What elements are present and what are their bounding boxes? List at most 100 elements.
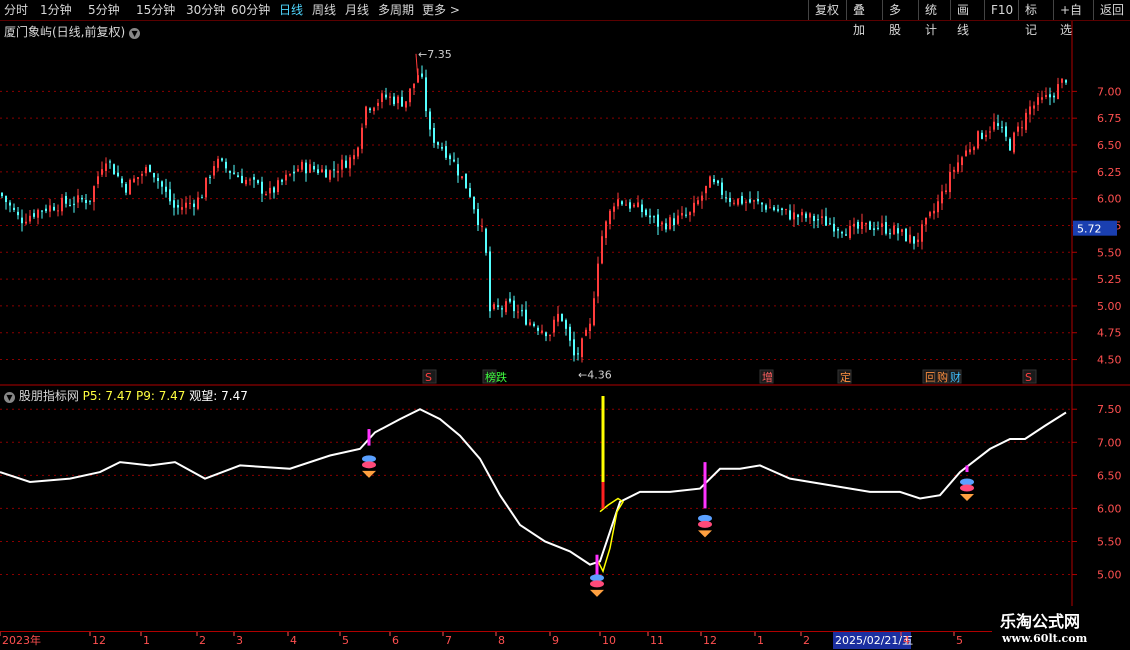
f10-button[interactable]: F10	[984, 0, 1018, 20]
period-tab-monthly[interactable]: 月线	[345, 2, 369, 18]
candle-body	[657, 214, 659, 227]
kline-panel[interactable]: 7.006.756.506.256.005.755.505.255.004.75…	[0, 21, 1130, 386]
candle-body	[349, 157, 351, 169]
price-tick-label: 6.00	[1097, 193, 1122, 206]
adjust-button[interactable]: 复权	[808, 0, 846, 20]
candle-body	[133, 178, 135, 183]
candle-body	[789, 210, 791, 220]
candle-body	[721, 182, 723, 195]
diamond-icon	[590, 574, 604, 582]
candle-body	[881, 223, 883, 227]
candle-body	[585, 329, 587, 336]
candle-body	[17, 211, 19, 216]
candle-body	[949, 171, 951, 193]
draw-line-button[interactable]: 画线	[950, 0, 984, 37]
period-tab-60min[interactable]: 60分钟	[231, 2, 270, 18]
candle-body	[965, 150, 967, 157]
candle-body	[925, 217, 927, 225]
candle-body	[577, 353, 579, 355]
period-tab-daily[interactable]: 日线	[279, 2, 303, 18]
price-tick-label: 6.25	[1097, 166, 1122, 179]
candle-body	[669, 217, 671, 230]
period-tab-more[interactable]: 更多 >	[422, 2, 460, 18]
date-axis: 2023年 12 1 2 3 4 5 6 7 8 9 10 11 12 1 2 2025/02/21/五 4 5	[0, 631, 1130, 650]
candle-body	[85, 199, 87, 204]
diamond-icon	[362, 461, 376, 469]
period-tab-5min[interactable]: 5分钟	[88, 2, 120, 18]
diamond-icon	[698, 514, 712, 522]
back-button[interactable]: 返回	[1093, 0, 1130, 20]
overlay-button[interactable]: 叠加	[846, 0, 882, 37]
candle-body	[541, 330, 543, 333]
candle-body	[93, 186, 95, 202]
candle-body	[921, 224, 923, 242]
period-toolbar: 分时 1分钟 5分钟 15分钟 30分钟 60分钟 日线 周线 月线 多周期 更…	[0, 0, 1130, 37]
candle-body	[981, 132, 983, 139]
watermark: 乐淘公式网 www.60lt.com	[992, 606, 1130, 650]
kline-chart[interactable]: 7.006.756.506.256.005.755.505.255.004.75…	[0, 21, 1130, 386]
indicator-panel[interactable]: 7.50 7.00 6.50 6.00 5.50 5.00 ▼ 股朋指标网 P5: 7.4…	[0, 386, 1130, 631]
candle-body	[113, 164, 115, 175]
candle-body	[201, 197, 203, 199]
candle-body	[61, 197, 63, 212]
candle-body	[73, 203, 75, 205]
candle-body	[265, 194, 267, 196]
statistics-button[interactable]: 统计	[918, 0, 950, 37]
candle-body	[101, 169, 103, 175]
candle-body	[313, 166, 315, 170]
candle-body	[497, 305, 499, 307]
candle-body	[481, 226, 483, 228]
candle-body	[825, 216, 827, 226]
candle-body	[701, 195, 703, 201]
candle-body	[837, 228, 839, 231]
candle-body	[957, 162, 959, 172]
candle-body	[833, 223, 835, 232]
diamond-icon	[698, 520, 712, 528]
indicator-chart[interactable]: 7.50 7.00 6.50 6.00 5.50 5.00	[0, 386, 1130, 631]
event-marker-label: 定	[840, 370, 851, 384]
period-tab-fenshi[interactable]: 分时	[4, 2, 28, 18]
diamond-icon	[590, 589, 604, 597]
candle-body	[469, 188, 471, 197]
chevron-down-icon[interactable]: ▼	[4, 392, 15, 403]
chevron-down-icon[interactable]: ▼	[129, 28, 141, 39]
add-watchlist-button[interactable]: +自选	[1053, 0, 1093, 37]
period-tab-30min[interactable]: 30分钟	[186, 2, 225, 18]
diamond-icon	[362, 470, 376, 478]
price-tick-label: 4.50	[1097, 354, 1122, 367]
candle-body	[293, 171, 295, 174]
candle-body	[589, 323, 591, 331]
multi-stock-button[interactable]: 多股	[882, 0, 918, 37]
current-price-label: 5.72	[1077, 223, 1102, 236]
candle-body	[961, 157, 963, 166]
candle-body	[409, 88, 411, 103]
price-tick-label: 5.25	[1097, 273, 1122, 286]
candle-body	[377, 102, 379, 106]
date-label: 11	[650, 634, 664, 647]
candle-body	[1037, 97, 1039, 105]
mark-button[interactable]: 标记	[1018, 0, 1053, 37]
candle-body	[897, 228, 899, 234]
candle-body	[209, 176, 211, 178]
candle-body	[401, 96, 403, 107]
period-tab-multi[interactable]: 多周期	[378, 2, 414, 18]
candle-body	[665, 223, 667, 230]
candle-body	[165, 186, 167, 192]
candle-body	[813, 215, 815, 221]
candle-body	[517, 311, 519, 313]
candle-body	[277, 180, 279, 192]
candle-body	[513, 300, 515, 312]
candle-body	[861, 221, 863, 230]
period-tab-weekly[interactable]: 周线	[312, 2, 336, 18]
watch-label: 观望:	[189, 389, 218, 403]
candle-body	[769, 207, 771, 209]
candle-body	[177, 205, 179, 208]
period-tab-15min[interactable]: 15分钟	[136, 2, 175, 18]
p5-value: 7.47	[105, 389, 133, 403]
candle-body	[765, 205, 767, 210]
candle-body	[933, 210, 935, 214]
period-tab-1min[interactable]: 1分钟	[40, 2, 72, 18]
watermark-url: www.60lt.com	[1002, 632, 1088, 645]
diamond-icon	[698, 530, 712, 538]
candle-body	[193, 203, 195, 207]
